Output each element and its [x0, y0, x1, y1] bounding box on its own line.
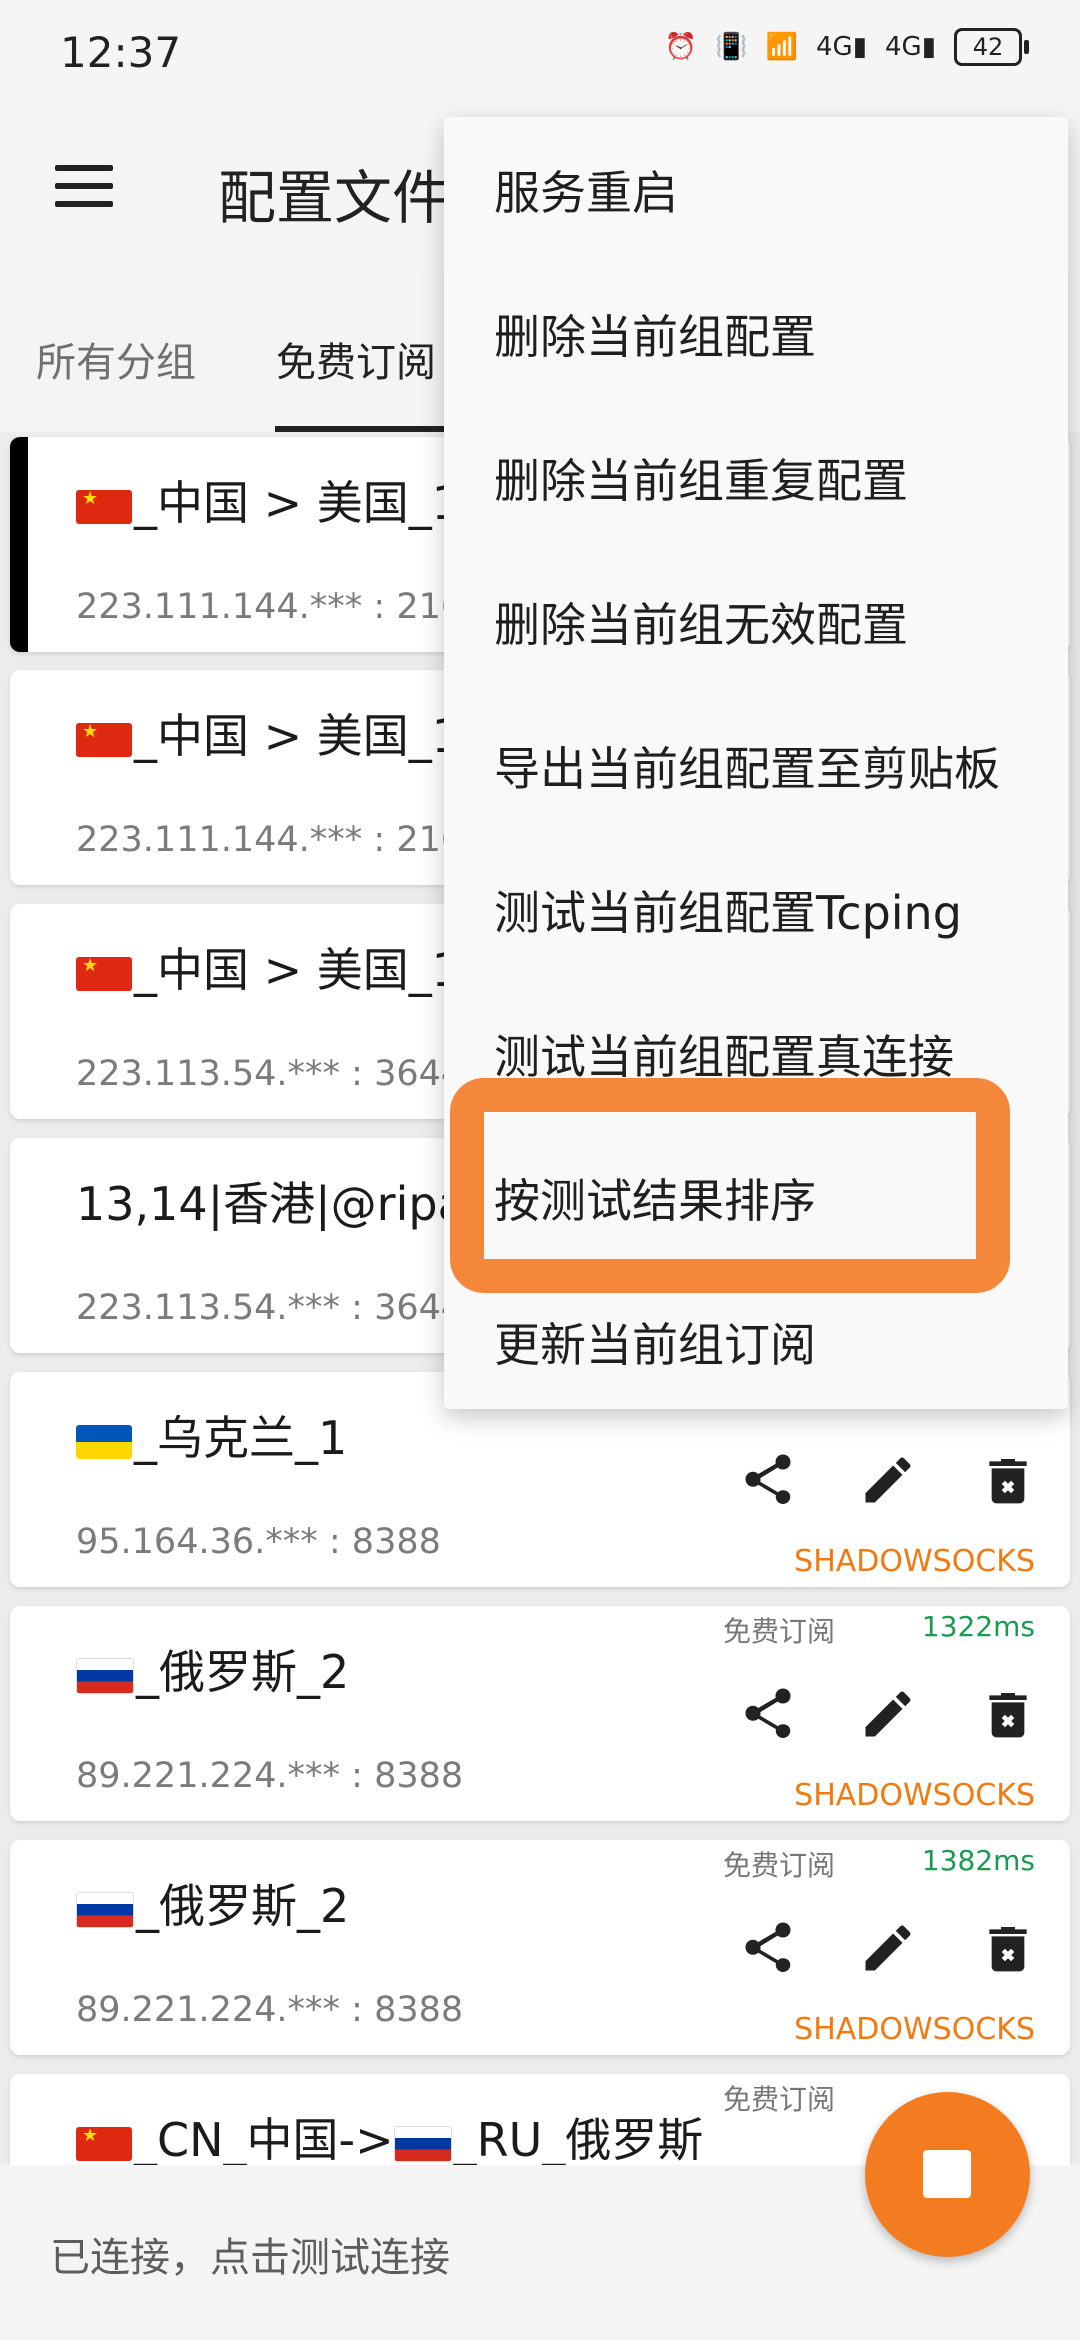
connection-status-text[interactable]: 已连接，点击测试连接 — [50, 2225, 450, 2283]
stop-service-button[interactable] — [865, 2092, 1030, 2257]
profile-address: 89.221.224.*** : 8388 — [76, 1756, 464, 1796]
signal-4g-icon: 4G▮ — [816, 32, 867, 62]
menu-icon[interactable] — [55, 165, 113, 213]
subscription-group: 免费订阅 — [722, 2083, 835, 2116]
china-flag-icon — [76, 955, 132, 991]
battery-indicator: 42 — [954, 28, 1029, 66]
china-flag-icon — [76, 2125, 132, 2161]
russia-flag-icon — [76, 1657, 134, 1694]
status-icons: ⏰ 📳 📶 4G▮ 4G▮ 42 — [664, 28, 1029, 66]
signal-4g-icon: 4G▮ — [885, 32, 936, 62]
item-actions — [735, 1915, 1040, 1980]
stop-icon — [923, 2150, 971, 2198]
overflow-menu: 服务重启 删除当前组配置 删除当前组重复配置 删除当前组无效配置 导出当前组配置… — [444, 117, 1068, 1409]
menu-item-restart-service[interactable]: 服务重启 — [494, 157, 678, 223]
share-icon[interactable] — [735, 1915, 800, 1980]
china-flag-icon — [76, 721, 132, 757]
menu-item-test-real-connection[interactable]: 测试当前组配置真连接 — [494, 1021, 954, 1087]
menu-item-test-tcping[interactable]: 测试当前组配置Tcping — [494, 877, 962, 943]
edit-icon[interactable] — [855, 1915, 920, 1980]
ukraine-flag-icon — [76, 1424, 132, 1459]
share-icon[interactable] — [735, 1681, 800, 1746]
tab-all-groups[interactable]: 所有分组 — [36, 330, 196, 388]
protocol-type: SHADOWSOCKS — [794, 2012, 1035, 2047]
subscription-group: 免费订阅 — [722, 1615, 835, 1648]
share-icon[interactable] — [735, 1447, 800, 1512]
russia-flag-icon — [76, 1891, 134, 1928]
profile-address: 223.113.54.*** : 36442 — [76, 1054, 486, 1094]
russia-flag-icon — [393, 2125, 452, 2162]
china-flag-icon — [76, 488, 132, 524]
vibrate-icon: 📳 — [715, 32, 748, 62]
subscription-group: 免费订阅 — [722, 1849, 835, 1882]
status-time: 12:37 — [60, 28, 182, 77]
profile-name: _中国 > 美国_1 — [76, 700, 461, 766]
delete-icon[interactable] — [975, 1681, 1040, 1746]
menu-item-delete-group-configs[interactable]: 删除当前组配置 — [494, 301, 816, 367]
status-bar: 12:37 ⏰ 📳 📶 4G▮ 4G▮ 42 — [0, 0, 1080, 105]
profile-address: 223.111.144.*** : 2167 — [76, 820, 486, 860]
menu-item-export-to-clipboard[interactable]: 导出当前组配置至剪贴板 — [494, 733, 1000, 799]
menu-item-delete-invalid-configs[interactable]: 删除当前组无效配置 — [494, 589, 908, 655]
alarm-icon: ⏰ — [664, 32, 698, 62]
profile-address: 95.164.36.*** : 8388 — [76, 1522, 441, 1562]
menu-item-delete-duplicate-configs[interactable]: 删除当前组重复配置 — [494, 445, 908, 511]
protocol-type: SHADOWSOCKS — [794, 1778, 1035, 1813]
profile-name: _中国 > 美国_1 — [76, 467, 461, 533]
profile-address: 223.111.144.*** : 2167 — [76, 587, 486, 627]
delete-icon[interactable] — [975, 1447, 1040, 1512]
profile-address: 89.221.224.*** : 8388 — [76, 1990, 464, 2030]
item-actions — [735, 1681, 1040, 1746]
protocol-type: SHADOWSOCKS — [794, 1544, 1035, 1579]
latency-value: 1322ms — [921, 1610, 1035, 1643]
profile-name: 13,14|香港|@ripa — [76, 1177, 466, 1231]
list-item[interactable]: 免费订阅 1382ms _俄罗斯_2 89.221.224.*** : 8388… — [10, 1840, 1070, 2055]
selected-indicator — [10, 437, 28, 652]
edit-icon[interactable] — [855, 1447, 920, 1512]
latency-value: 1382ms — [921, 1844, 1035, 1877]
profile-name: _乌克兰_1 — [76, 1402, 347, 1468]
page-title: 配置文件 — [218, 164, 451, 232]
profile-name: _俄罗斯_2 — [76, 1636, 349, 1702]
profile-name: _中国 > 美国_1 — [76, 934, 461, 1000]
menu-item-update-subscription[interactable]: 更新当前组订阅 — [494, 1309, 816, 1375]
tab-free-subscription[interactable]: 免费订阅 — [276, 330, 436, 388]
menu-item-sort-by-test-result[interactable]: 按测试结果排序 — [494, 1165, 816, 1231]
wifi-icon: 📶 — [765, 32, 798, 62]
edit-icon[interactable] — [855, 1681, 920, 1746]
list-item[interactable]: 免费订阅 1322ms _俄罗斯_2 89.221.224.*** : 8388… — [10, 1606, 1070, 1821]
profile-address: 223.113.54.*** : 36442 — [76, 1288, 486, 1328]
delete-icon[interactable] — [975, 1915, 1040, 1980]
profile-name: _CN_中国->_RU_俄罗斯 — [76, 2104, 703, 2165]
item-actions — [735, 1447, 1040, 1512]
profile-name: _俄罗斯_2 — [76, 1870, 349, 1936]
